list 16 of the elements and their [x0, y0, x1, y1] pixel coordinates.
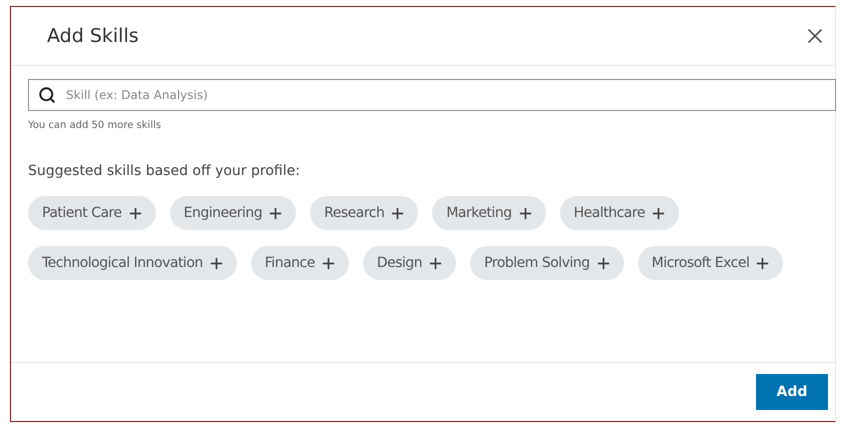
skill-chip[interactable]: Engineering — [170, 196, 296, 230]
skill-chip[interactable]: Healthcare — [560, 196, 679, 230]
skill-chip[interactable]: Microsoft Excel — [638, 246, 784, 280]
skill-chip[interactable]: Finance — [250, 246, 349, 280]
skill-chip[interactable]: Marketing — [432, 196, 546, 230]
skill-chip[interactable]: Problem Solving — [470, 246, 624, 280]
skill-chip[interactable]: Research — [310, 196, 418, 230]
skill-chip[interactable]: Patient Care — [28, 196, 156, 230]
add-button[interactable]: Add — [756, 374, 828, 410]
search-field[interactable]: Skill (ex: Data Analysis) — [28, 79, 836, 111]
suggestions-label: Suggested skills based off your profile: — [28, 163, 301, 179]
dialog-title: Add Skills — [47, 25, 139, 47]
search-icon — [38, 86, 56, 104]
skill-chip[interactable]: Design — [362, 246, 456, 280]
hint-text: You can add 50 more skills — [28, 120, 162, 131]
skill-chip[interactable]: Technological Innovation — [28, 246, 237, 280]
